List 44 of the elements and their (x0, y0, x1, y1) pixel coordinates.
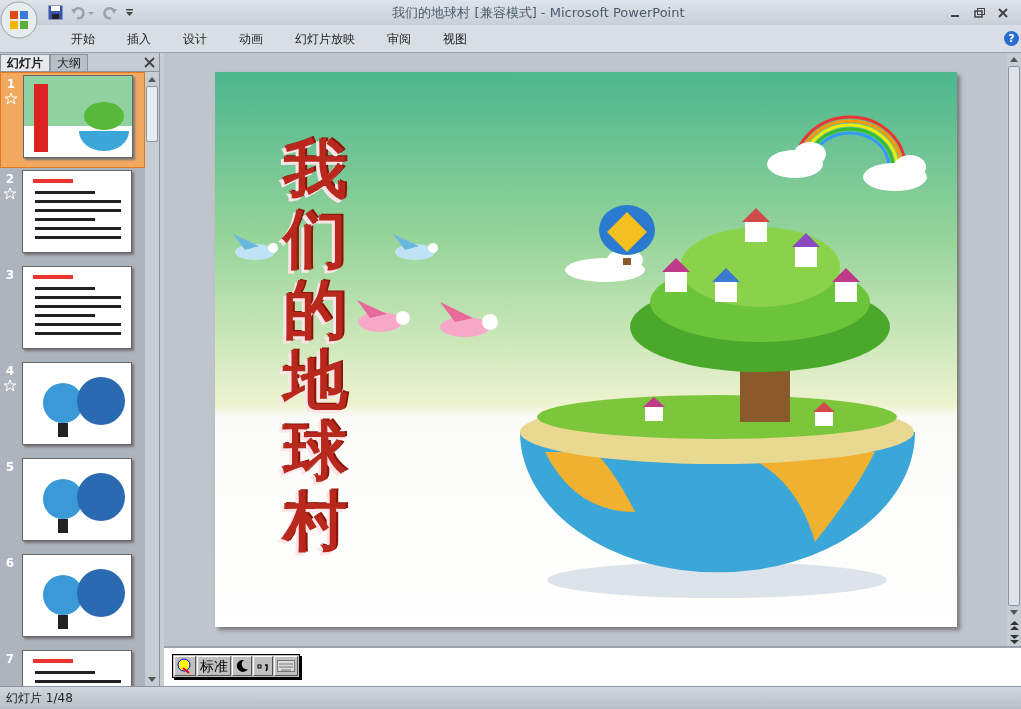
scrollbar-thumb[interactable] (146, 86, 158, 142)
pane-tab[interactable]: 大纲 (50, 54, 88, 71)
help-button[interactable]: ? (1004, 31, 1019, 46)
window-title: 我们的地球村 [兼容模式] - Microsoft PowerPoint (391, 3, 686, 22)
bird-drawing (356, 300, 410, 332)
slide-number: 2 (5, 171, 15, 188)
ime-switch-icon[interactable] (174, 656, 196, 676)
ribbon-tab[interactable]: 设计 (170, 26, 220, 51)
close-icon[interactable] (998, 7, 1008, 18)
pane-tab[interactable]: 幻灯片 (0, 54, 50, 71)
bird-drawing (232, 234, 278, 260)
slide-counter: 幻灯片 1/48 (6, 690, 73, 707)
slide-number: 5 (5, 459, 15, 476)
ribbon-tab[interactable]: 审阅 (374, 26, 424, 51)
punctuation-icon[interactable] (253, 656, 273, 676)
customize-dropdown-icon[interactable] (125, 8, 134, 17)
bird-drawing (392, 234, 438, 260)
scroll-down-icon[interactable] (148, 676, 156, 682)
slide-number: 1 (6, 76, 16, 93)
scrollbar-thumb[interactable] (1008, 66, 1020, 606)
ribbon-tab[interactable]: 插入 (114, 26, 164, 51)
ribbon-tab[interactable]: 动画 (226, 26, 276, 51)
moon-icon[interactable] (232, 656, 252, 676)
restore-icon[interactable] (973, 7, 985, 18)
close-icon[interactable] (144, 57, 155, 68)
slide-number: 6 (5, 555, 15, 572)
slide-number: 4 (5, 363, 15, 380)
ribbon-tab[interactable]: 视图 (430, 26, 480, 51)
hot-air-balloon-drawing (598, 205, 655, 265)
save-icon[interactable] (48, 5, 63, 20)
input-mode-button[interactable]: 标准 (197, 656, 231, 676)
bird-drawing (439, 302, 498, 337)
slide-number: 7 (5, 651, 15, 668)
ribbon-tab[interactable]: 幻灯片放映 (282, 26, 368, 51)
previous-slide-icon[interactable] (1009, 621, 1019, 631)
notes-pane[interactable]: 标准 (164, 646, 1021, 686)
scroll-down-icon[interactable] (1010, 609, 1018, 615)
scroll-up-icon[interactable] (1010, 57, 1018, 63)
next-slide-icon[interactable] (1009, 634, 1019, 644)
slide-number: 3 (5, 267, 15, 284)
ribbon-tab[interactable]: 开始 (58, 26, 108, 51)
scroll-up-icon[interactable] (148, 76, 156, 82)
keyboard-icon[interactable] (274, 656, 298, 676)
slide-title: 我们的地球村 (282, 134, 347, 557)
